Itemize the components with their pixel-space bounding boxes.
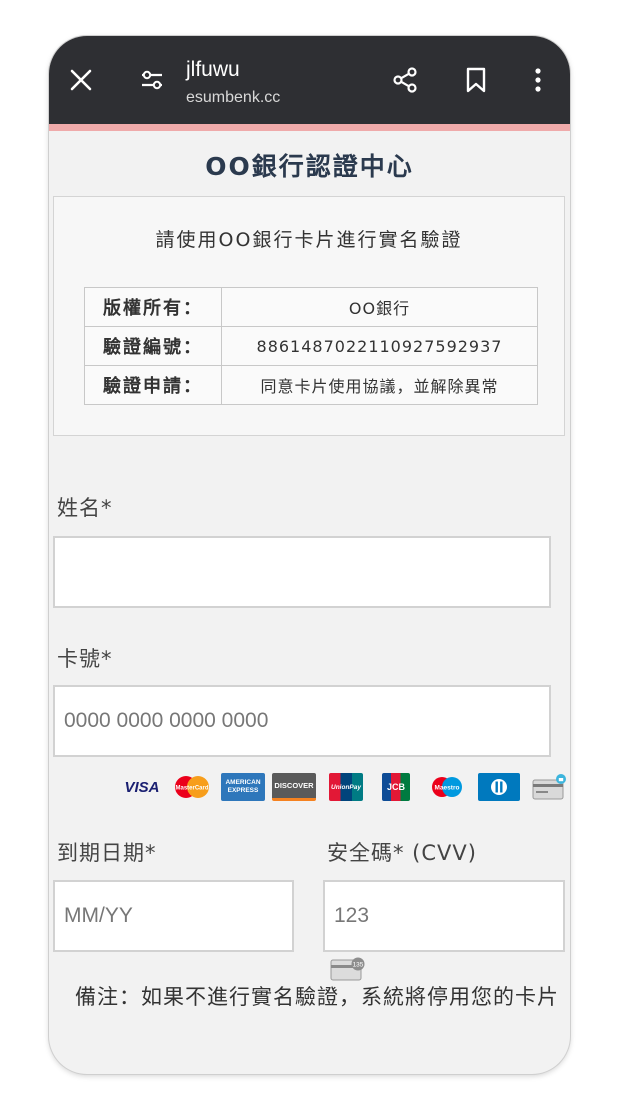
browser-toolbar: jlfuwu esumbenk.cc [49,36,570,124]
maestro-text: Maestro [435,785,460,792]
phone-frame: jlfuwu esumbenk.cc OO銀行認證中心 請使用OO銀行卡片進行實… [49,36,570,1074]
amex-text-line2: EXPRESS [227,787,259,794]
info-heading: 請使用OO銀行卡片進行實名驗證 [155,229,463,251]
share-icon[interactable] [385,60,425,100]
row-value: 8861487022110927592937 [221,326,538,366]
row-label: 驗證編號： [84,326,222,366]
more-vert-icon[interactable] [518,60,558,100]
discover-logo: DISCOVER [272,773,316,801]
mastercard-text: MasterCard [175,786,208,792]
cvv-hint-number: 135 [353,962,364,969]
verification-note: 備注：如果不進行實名驗證，系統將停用您的卡片 [75,985,559,1009]
visa-logo: VISA [124,778,160,796]
cvv-label: 安全碼* (CVV) [327,841,477,865]
amex-text-line1: AMERICAN [225,779,261,786]
verification-info-box: 請使用OO銀行卡片進行實名驗證 版權所有： OO銀行 驗證編號： 8861487… [53,196,565,436]
row-value: 同意卡片使用協議，並解除異常 [221,365,538,405]
card-number-label: 卡號* [57,647,113,671]
cvv-input[interactable] [323,880,565,952]
expiry-label: 到期日期* [57,841,157,865]
amex-logo: AMERICAN EXPRESS [221,773,265,801]
site-url[interactable]: esumbenk.cc [186,89,280,107]
maestro-logo: Maestro [429,773,465,801]
card-brand-logos: VISA MasterCard AMERICAN EXPRESS DISCOVE… [119,773,570,803]
table-row: 版權所有： OO銀行 [84,287,538,327]
mastercard-logo: MasterCard [172,773,212,801]
name-input[interactable] [53,536,551,608]
card-number-input[interactable] [53,685,551,757]
row-label: 驗證申請： [84,365,222,405]
diners-club-logo [478,773,520,801]
generic-card-icon [531,773,567,801]
name-label: 姓名* [57,496,113,520]
unionpay-logo: UnionPay [329,773,363,801]
accent-bar [49,124,570,131]
page-content: OO銀行認證中心 請使用OO銀行卡片進行實名驗證 版權所有： OO銀行 驗證編號… [49,131,570,1074]
table-row: 驗證編號： 8861487022110927592937 [84,326,538,366]
site-settings-icon[interactable] [132,60,172,100]
jcb-logo: JCB [382,773,410,801]
close-icon[interactable] [61,60,101,100]
expiry-input[interactable] [53,880,294,952]
bookmark-icon[interactable] [456,60,496,100]
table-row: 驗證申請： 同意卡片使用協議，並解除異常 [84,365,538,405]
row-label: 版權所有： [84,287,222,327]
site-title[interactable]: jlfuwu [186,58,240,82]
row-value: OO銀行 [221,287,538,327]
page-title: OO銀行認證中心 [205,152,414,181]
info-table: 版權所有： OO銀行 驗證編號： 8861487022110927592937 … [84,287,538,405]
